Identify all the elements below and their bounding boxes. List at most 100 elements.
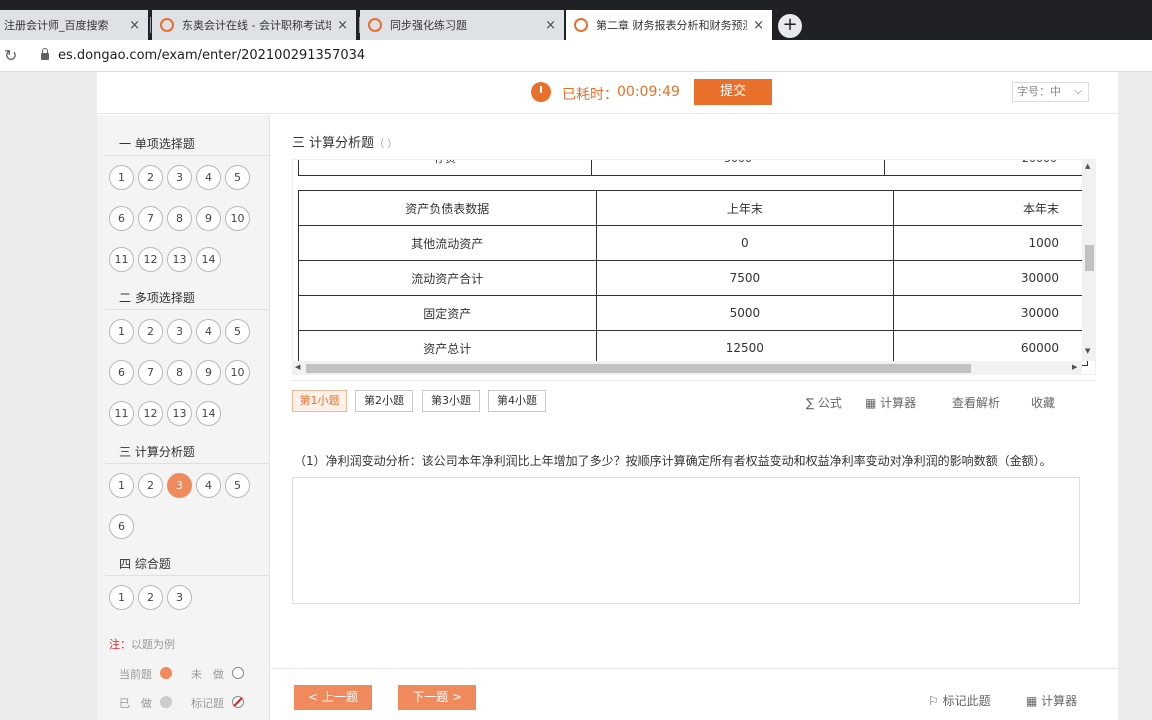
current-dot-icon: [160, 667, 172, 679]
formula-button[interactable]: ∑ 公式: [806, 394, 842, 411]
legend-note: 注：以题为例: [109, 636, 175, 652]
question-number-button[interactable]: 7: [138, 360, 163, 385]
question-number-button[interactable]: 2: [138, 319, 163, 344]
question-number-button[interactable]: 6: [109, 514, 134, 539]
question-number-button[interactable]: 9: [196, 206, 221, 231]
browser-tab-2[interactable]: 东奥会计在线 - 会计职称考试培训 ×: [152, 10, 356, 40]
reload-icon[interactable]: ↻: [4, 46, 17, 65]
scroll-up-icon[interactable]: ▲: [1085, 162, 1090, 170]
question-number-button[interactable]: 5: [225, 319, 250, 344]
address-bar: ↻ es.dongao.com/exam/enter/2021002913570…: [0, 40, 1152, 72]
table-cell: 0: [595, 225, 895, 261]
question-number-button[interactable]: 4: [196, 473, 221, 498]
question-number-button[interactable]: 13: [167, 401, 192, 426]
question-number-button[interactable]: 3: [167, 585, 192, 610]
timer-value: 00:09:49: [617, 84, 680, 100]
subquestion-tab-1[interactable]: 第1小题: [292, 390, 347, 412]
subquestion-tab-2[interactable]: 第2小题: [355, 390, 413, 412]
table-row: 资产负债表数据 上年末 本年末: [298, 190, 1088, 226]
favorite-button[interactable]: 收藏: [1031, 394, 1055, 411]
browser-tab-3[interactable]: 同步强化练习题 ×: [360, 10, 564, 40]
question-number-button[interactable]: 3: [167, 319, 192, 344]
question-number-button[interactable]: 13: [167, 247, 192, 272]
question-number-button[interactable]: 8: [167, 206, 192, 231]
subquestion-tab-4[interactable]: 第4小题: [488, 390, 546, 412]
balance-sheet-table-viewport[interactable]: 存货 5000 20000 资产负债表数据上年末本年末其他流动资产01000流动…: [292, 159, 1096, 375]
tab-label: 第二章 财务报表分析和财务预测: [596, 19, 748, 32]
close-icon[interactable]: ×: [129, 18, 140, 33]
scroll-right-icon[interactable]: ▶: [1072, 363, 1077, 371]
scroll-down-icon[interactable]: ▼: [1085, 347, 1090, 355]
close-icon[interactable]: ×: [337, 18, 348, 33]
question-number-button[interactable]: 10: [225, 360, 250, 385]
question-number-button[interactable]: 5: [225, 165, 250, 190]
calculator-button[interactable]: ▦ 计算器: [865, 394, 916, 411]
section-heading: 一 单项选择题: [119, 137, 195, 151]
question-number-button[interactable]: 12: [138, 247, 163, 272]
done-dot-icon: [160, 696, 172, 708]
question-number-button[interactable]: 4: [196, 165, 221, 190]
submit-button[interactable]: 提交: [694, 79, 772, 105]
answer-input[interactable]: [292, 477, 1080, 604]
question-number-button[interactable]: 6: [109, 206, 134, 231]
view-analysis-button[interactable]: 查看解析: [952, 394, 1000, 411]
question-number-button[interactable]: 5: [225, 473, 250, 498]
url-field[interactable]: es.dongao.com/exam/enter/202100291357034: [58, 48, 365, 63]
close-icon[interactable]: ×: [753, 18, 764, 33]
scroll-thumb[interactable]: [1085, 245, 1094, 271]
site-favicon-icon: [368, 18, 382, 32]
site-favicon-icon: [574, 18, 588, 32]
question-number-button[interactable]: 1: [109, 585, 134, 610]
exam-header: 已耗时： 00:09:49 提交 字号：中 ⌵: [97, 72, 1118, 114]
table-cell: 流动资产合计: [298, 260, 597, 296]
next-question-button[interactable]: 下一题 >: [398, 685, 476, 710]
question-number-button[interactable]: 10: [225, 206, 250, 231]
calculator-button[interactable]: ▦ 计算器: [1026, 692, 1077, 709]
browser-tab-4-active[interactable]: 第二章 财务报表分析和财务预测 ×: [566, 10, 772, 40]
table-cell: 资产负债表数据: [298, 190, 597, 226]
table-horizontal-scrollbar[interactable]: ◀ ▶: [292, 361, 1082, 375]
subquestion-tab-3[interactable]: 第3小题: [422, 390, 480, 412]
prev-question-button[interactable]: < 上一题: [294, 685, 372, 710]
chevron-down-icon: ⌵: [1074, 86, 1082, 97]
section-title: 三 计算分析题（ ）: [292, 132, 397, 151]
question-number-button[interactable]: 1: [109, 319, 134, 344]
scroll-left-icon[interactable]: ◀: [295, 363, 300, 371]
table-cell: 30000: [893, 295, 1088, 331]
close-icon[interactable]: ×: [545, 18, 556, 33]
table-cell: 30000: [893, 260, 1088, 296]
timer-label: 已耗时：: [562, 87, 618, 103]
question-number-button[interactable]: 4: [196, 319, 221, 344]
new-tab-button[interactable]: +: [778, 14, 802, 38]
table-cell: 固定资产: [298, 295, 597, 331]
table-vertical-scrollbar[interactable]: ▲ ▼: [1082, 159, 1096, 361]
question-number-button[interactable]: 7: [138, 206, 163, 231]
question-number-button[interactable]: 11: [109, 247, 134, 272]
question-number-button[interactable]: 14: [196, 247, 221, 272]
question-number-button[interactable]: 2: [138, 585, 163, 610]
browser-tab-1[interactable]: 注册会计师_百度搜索 ×: [0, 10, 148, 40]
lock-icon[interactable]: [41, 48, 49, 60]
table-cell: 20000: [885, 160, 1087, 175]
question-number-button[interactable]: 3: [167, 165, 192, 190]
mark-question-button[interactable]: ⚐ 标记此题: [928, 692, 991, 709]
question-number-button[interactable]: 11: [109, 401, 134, 426]
question-number-button[interactable]: 1: [109, 473, 134, 498]
question-number-button[interactable]: 8: [167, 360, 192, 385]
question-number-button[interactable]: 1: [109, 165, 134, 190]
scroll-thumb[interactable]: [306, 364, 971, 373]
question-text: （1）净利润变动分析：该公司本年净利润比上年增加了多少？按顺序计算确定所有者权益…: [294, 454, 1052, 468]
table-row: 固定资产 5000 30000: [298, 295, 1088, 331]
stopwatch-icon: [531, 82, 551, 102]
question-number-button[interactable]: 14: [196, 401, 221, 426]
question-number-button[interactable]: 2: [138, 473, 163, 498]
question-number-button[interactable]: 12: [138, 401, 163, 426]
question-number-button[interactable]: 9: [196, 360, 221, 385]
site-favicon-icon: [160, 18, 174, 32]
note-text: 以题为例: [131, 638, 175, 651]
font-size-select[interactable]: 字号：中 ⌵: [1012, 82, 1089, 102]
question-number-button[interactable]: 2: [138, 165, 163, 190]
font-size-value: 字号：中: [1017, 85, 1061, 98]
question-number-button[interactable]: 3: [167, 473, 192, 498]
question-number-button[interactable]: 6: [109, 360, 134, 385]
